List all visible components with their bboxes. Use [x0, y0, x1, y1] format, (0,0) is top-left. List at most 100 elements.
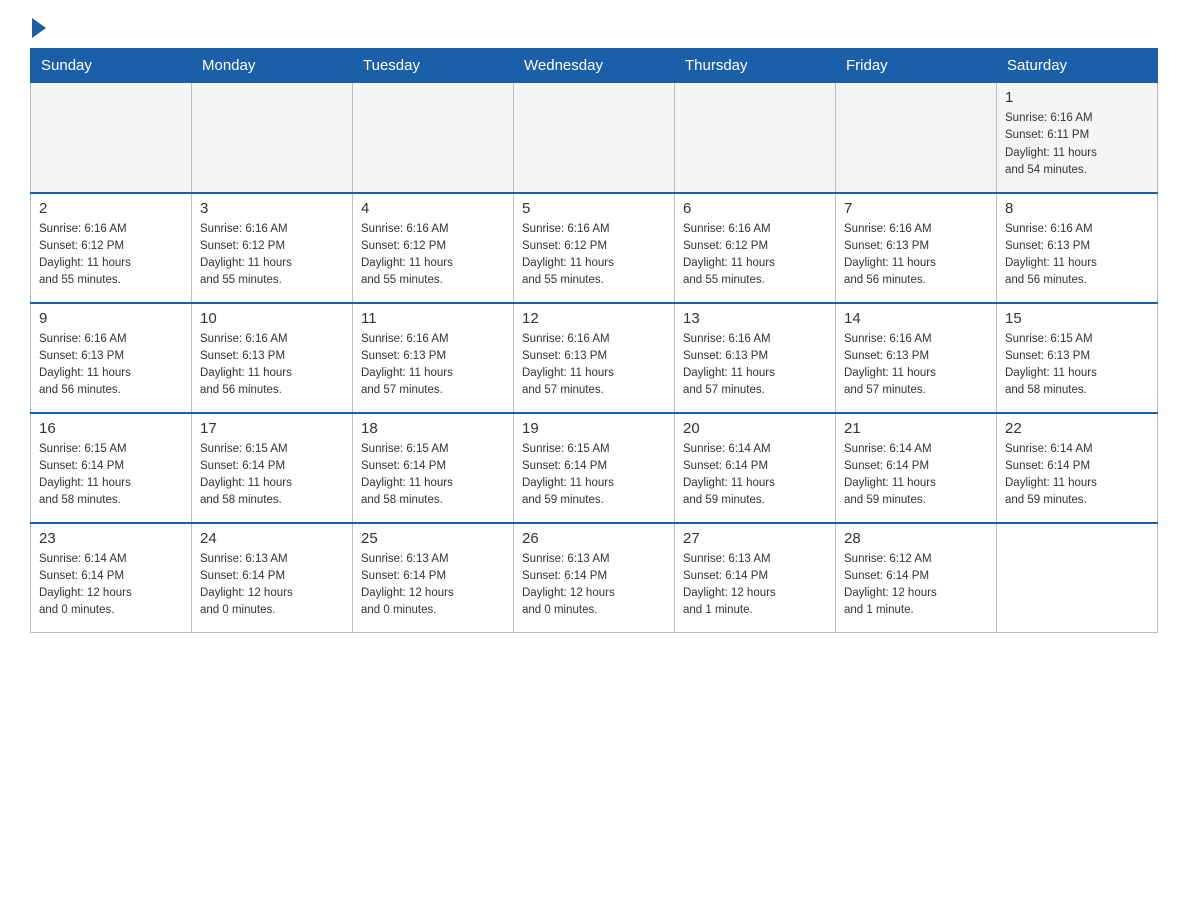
calendar-cell — [675, 83, 836, 193]
day-info: Sunrise: 6:16 AMSunset: 6:13 PMDaylight:… — [361, 331, 505, 400]
calendar-cell: 14 Sunrise: 6:16 AMSunset: 6:13 PMDayligh… — [836, 303, 997, 413]
calendar-cell: 4 Sunrise: 6:16 AMSunset: 6:12 PMDaylight… — [353, 193, 514, 303]
calendar-cell — [836, 83, 997, 193]
calendar-cell: 3Sunrise: 6:16 AMSunset: 6:12 PMDaylight… — [192, 193, 353, 303]
logo — [30, 20, 46, 38]
weekday-saturday: Saturday — [997, 49, 1158, 83]
calendar-cell: 5Sunrise: 6:16 AMSunset: 6:12 PMDaylight… — [514, 193, 675, 303]
day-info: Sunrise: 6:16 AMSunset: 6:13 PMDaylight:… — [522, 331, 666, 400]
day-number: 27 — [683, 530, 827, 547]
day-info: Sunrise: 6:14 AMSunset: 6:14 PMDaylight:… — [683, 441, 827, 510]
day-number: 7 — [844, 200, 988, 217]
day-number: 3 — [200, 200, 344, 217]
calendar-cell: 17 Sunrise: 6:15 AMSunset: 6:14 PMDayligh… — [192, 413, 353, 523]
calendar-cell: 20 Sunrise: 6:14 AMSunset: 6:14 PMDayligh… — [675, 413, 836, 523]
calendar-cell: 16Sunrise: 6:15 AMSunset: 6:14 PMDayligh… — [31, 413, 192, 523]
day-number: 9 — [39, 310, 183, 327]
day-info: Sunrise: 6:13 AMSunset: 6:14 PMDaylight:… — [683, 551, 827, 620]
day-info: Sunrise: 6:16 AMSunset: 6:12 PMDaylight:… — [683, 221, 827, 290]
calendar-cell: 19 Sunrise: 6:15 AMSunset: 6:14 PMDayligh… — [514, 413, 675, 523]
day-info: Sunrise: 6:15 AMSunset: 6:14 PMDaylight:… — [522, 441, 666, 510]
weekday-wednesday: Wednesday — [514, 49, 675, 83]
calendar-cell: 6 Sunrise: 6:16 AMSunset: 6:12 PMDaylight… — [675, 193, 836, 303]
day-info: Sunrise: 6:13 AMSunset: 6:14 PMDaylight:… — [522, 551, 666, 620]
weekday-header-row: SundayMondayTuesdayWednesdayThursdayFrid… — [31, 49, 1158, 83]
day-info: Sunrise: 6:14 AMSunset: 6:14 PMDaylight:… — [1005, 441, 1149, 510]
calendar-cell: 27 Sunrise: 6:13 AMSunset: 6:14 PMDayligh… — [675, 523, 836, 633]
calendar-cell: 10 Sunrise: 6:16 AMSunset: 6:13 PMDayligh… — [192, 303, 353, 413]
calendar-cell: 28 Sunrise: 6:12 AMSunset: 6:14 PMDayligh… — [836, 523, 997, 633]
day-number: 28 — [844, 530, 988, 547]
calendar-week-row: 9 Sunrise: 6:16 AMSunset: 6:13 PMDaylight… — [31, 303, 1158, 413]
calendar-cell — [31, 83, 192, 193]
day-info: Sunrise: 6:16 AMSunset: 6:13 PMDaylight:… — [200, 331, 344, 400]
calendar-cell: 12 Sunrise: 6:16 AMSunset: 6:13 PMDayligh… — [514, 303, 675, 413]
day-info: Sunrise: 6:16 AMSunset: 6:13 PMDaylight:… — [844, 221, 988, 290]
calendar-cell: 25 Sunrise: 6:13 AMSunset: 6:14 PMDayligh… — [353, 523, 514, 633]
day-number: 21 — [844, 420, 988, 437]
calendar-cell: 9 Sunrise: 6:16 AMSunset: 6:13 PMDaylight… — [31, 303, 192, 413]
logo-arrow-icon — [32, 18, 46, 38]
day-info: Sunrise: 6:15 AMSunset: 6:14 PMDaylight:… — [39, 441, 183, 510]
day-number: 8 — [1005, 200, 1149, 217]
header — [30, 20, 1158, 38]
weekday-monday: Monday — [192, 49, 353, 83]
day-number: 20 — [683, 420, 827, 437]
calendar-cell — [353, 83, 514, 193]
calendar-cell: 13 Sunrise: 6:16 AMSunset: 6:13 PMDayligh… — [675, 303, 836, 413]
day-info: Sunrise: 6:16 AMSunset: 6:12 PMDaylight:… — [361, 221, 505, 290]
day-number: 12 — [522, 310, 666, 327]
day-number: 11 — [361, 310, 505, 327]
day-info: Sunrise: 6:12 AMSunset: 6:14 PMDaylight:… — [844, 551, 988, 620]
day-info: Sunrise: 6:16 AMSunset: 6:13 PMDaylight:… — [1005, 221, 1149, 290]
weekday-sunday: Sunday — [31, 49, 192, 83]
day-number: 13 — [683, 310, 827, 327]
calendar-cell: 15Sunrise: 6:15 AMSunset: 6:13 PMDayligh… — [997, 303, 1158, 413]
day-number: 10 — [200, 310, 344, 327]
day-number: 24 — [200, 530, 344, 547]
day-info: Sunrise: 6:16 AMSunset: 6:13 PMDaylight:… — [683, 331, 827, 400]
day-number: 17 — [200, 420, 344, 437]
day-number: 2 — [39, 200, 183, 217]
day-info: Sunrise: 6:14 AMSunset: 6:14 PMDaylight:… — [39, 551, 183, 620]
day-number: 15 — [1005, 310, 1149, 327]
calendar-cell — [514, 83, 675, 193]
day-number: 14 — [844, 310, 988, 327]
weekday-tuesday: Tuesday — [353, 49, 514, 83]
calendar-cell: 2 Sunrise: 6:16 AMSunset: 6:12 PMDaylight… — [31, 193, 192, 303]
calendar-week-row: 1 Sunrise: 6:16 AMSunset: 6:11 PMDaylight… — [31, 83, 1158, 193]
day-number: 19 — [522, 420, 666, 437]
calendar-cell: 7 Sunrise: 6:16 AMSunset: 6:13 PMDaylight… — [836, 193, 997, 303]
calendar-week-row: 2 Sunrise: 6:16 AMSunset: 6:12 PMDaylight… — [31, 193, 1158, 303]
calendar-table: SundayMondayTuesdayWednesdayThursdayFrid… — [30, 48, 1158, 633]
day-info: Sunrise: 6:13 AMSunset: 6:14 PMDaylight:… — [200, 551, 344, 620]
day-number: 22 — [1005, 420, 1149, 437]
weekday-thursday: Thursday — [675, 49, 836, 83]
day-info: Sunrise: 6:13 AMSunset: 6:14 PMDaylight:… — [361, 551, 505, 620]
day-info: Sunrise: 6:15 AMSunset: 6:14 PMDaylight:… — [200, 441, 344, 510]
calendar-cell: 11 Sunrise: 6:16 AMSunset: 6:13 PMDayligh… — [353, 303, 514, 413]
calendar-cell: 21 Sunrise: 6:14 AMSunset: 6:14 PMDayligh… — [836, 413, 997, 523]
calendar-cell: 23 Sunrise: 6:14 AMSunset: 6:14 PMDayligh… — [31, 523, 192, 633]
day-number: 26 — [522, 530, 666, 547]
day-info: Sunrise: 6:16 AMSunset: 6:12 PMDaylight:… — [39, 221, 183, 290]
calendar-cell: 24 Sunrise: 6:13 AMSunset: 6:14 PMDayligh… — [192, 523, 353, 633]
day-number: 18 — [361, 420, 505, 437]
calendar-cell — [192, 83, 353, 193]
day-info: Sunrise: 6:16 AMSunset: 6:13 PMDaylight:… — [844, 331, 988, 400]
day-number: 6 — [683, 200, 827, 217]
day-info: Sunrise: 6:16 AMSunset: 6:12 PMDaylight:… — [522, 221, 666, 290]
day-info: Sunrise: 6:14 AMSunset: 6:14 PMDaylight:… — [844, 441, 988, 510]
calendar-cell: 1 Sunrise: 6:16 AMSunset: 6:11 PMDaylight… — [997, 83, 1158, 193]
calendar-week-row: 16Sunrise: 6:15 AMSunset: 6:14 PMDayligh… — [31, 413, 1158, 523]
day-number: 25 — [361, 530, 505, 547]
calendar-cell: 26 Sunrise: 6:13 AMSunset: 6:14 PMDayligh… — [514, 523, 675, 633]
day-info: Sunrise: 6:16 AMSunset: 6:13 PMDaylight:… — [39, 331, 183, 400]
calendar-week-row: 23 Sunrise: 6:14 AMSunset: 6:14 PMDayligh… — [31, 523, 1158, 633]
day-info: Sunrise: 6:16 AMSunset: 6:11 PMDaylight:… — [1005, 110, 1149, 179]
day-number: 4 — [361, 200, 505, 217]
day-info: Sunrise: 6:15 AMSunset: 6:14 PMDaylight:… — [361, 441, 505, 510]
day-number: 23 — [39, 530, 183, 547]
day-number: 1 — [1005, 89, 1149, 106]
calendar-cell: 18 Sunrise: 6:15 AMSunset: 6:14 PMDayligh… — [353, 413, 514, 523]
